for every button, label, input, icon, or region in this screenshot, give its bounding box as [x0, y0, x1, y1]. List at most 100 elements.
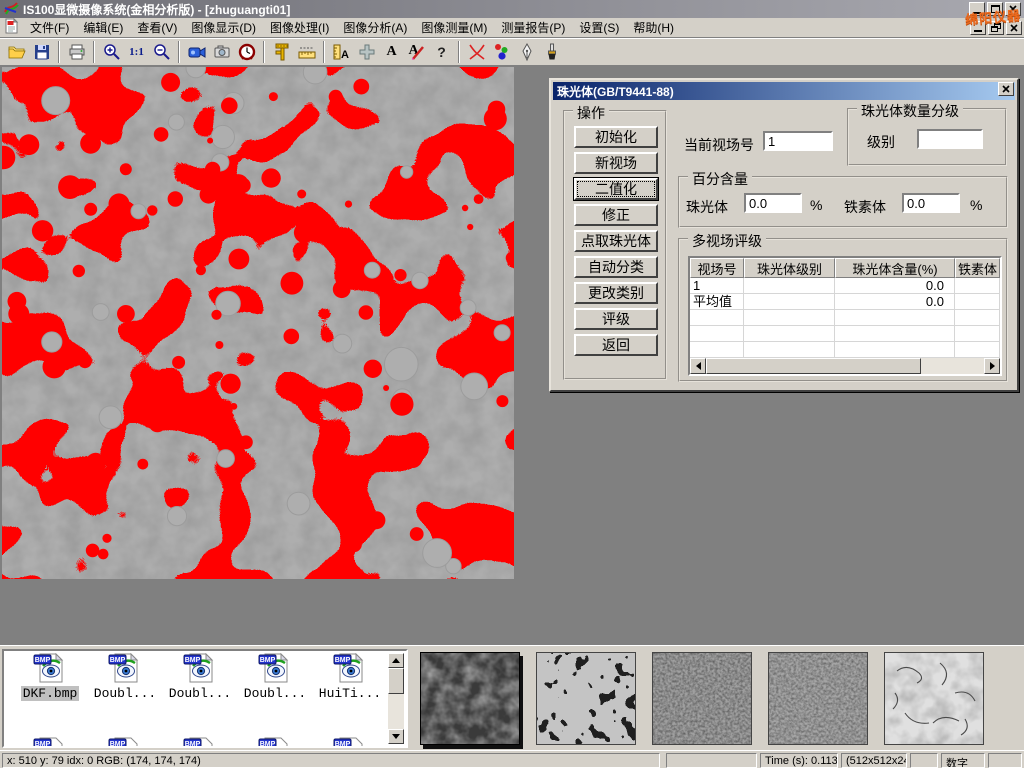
file-list-vscrollbar[interactable] [388, 653, 404, 744]
col-header-ferrite[interactable]: 铁素体 [955, 258, 1000, 278]
table-cell[interactable]: 平均值 [690, 294, 744, 310]
col-header-level[interactable]: 珠光体级别 [744, 258, 835, 278]
menu-item-view[interactable]: 查看(V) [130, 17, 184, 38]
current-field-input[interactable] [763, 131, 833, 151]
pick-pearlite-button[interactable]: 点取珠光体 [574, 230, 658, 252]
table-cell[interactable]: 0.0 [835, 294, 955, 310]
menu-item-image-analysis[interactable]: 图像分析(A) [336, 17, 414, 38]
group-percent-label: 百分含量 [688, 169, 752, 189]
zoom-out-button[interactable] [149, 40, 174, 64]
actual-size-button[interactable]: 1:1 [124, 40, 149, 64]
file-item-clipped[interactable]: BMP [239, 737, 311, 748]
init-button[interactable]: 初始化 [574, 126, 658, 148]
menu-item-image-measure[interactable]: 图像测量(M) [414, 17, 494, 38]
file-name[interactable]: HuiTi... [317, 686, 383, 701]
file-item-4[interactable]: BMP HuiTi... [314, 653, 386, 701]
col-header-pearlite[interactable]: 珠光体含量(%) [835, 258, 955, 278]
correct-button[interactable]: 修正 [574, 204, 658, 226]
open-button[interactable] [4, 40, 29, 64]
annotate-button[interactable]: A [404, 40, 429, 64]
dialog-title-bar[interactable]: 珠光体(GB/T9441-88) [553, 82, 1015, 100]
thumbnail-2[interactable] [536, 652, 636, 745]
table-cell[interactable] [744, 278, 835, 294]
new-field-button[interactable]: 新视场 [574, 152, 658, 174]
file-item-1[interactable]: BMP Doubl... [89, 653, 161, 701]
text-tool-button[interactable]: A [379, 40, 404, 64]
hscroll-track[interactable] [706, 358, 984, 374]
scroll-down-button[interactable] [388, 729, 404, 744]
table-cell[interactable] [744, 294, 835, 310]
file-item-clipped[interactable]: BMP [164, 737, 236, 748]
table-cell[interactable] [955, 278, 1000, 294]
file-name[interactable]: DKF.bmp [21, 686, 80, 701]
zoom-in-button[interactable] [99, 40, 124, 64]
status-empty-panel [988, 753, 1022, 768]
thumbnail-5[interactable] [884, 652, 984, 745]
zoom-out-icon [152, 42, 172, 62]
menu-item-file[interactable]: 文件(F) [23, 17, 76, 38]
curve-button[interactable] [464, 40, 489, 64]
ferrite-percent-input[interactable] [902, 193, 960, 213]
thumbnail-3[interactable] [652, 652, 752, 745]
save-button[interactable] [29, 40, 54, 64]
file-item-clipped[interactable]: BMP [14, 737, 86, 748]
menu-item-measure-report[interactable]: 测量报告(P) [494, 17, 572, 38]
thumbnail-4[interactable] [768, 652, 868, 745]
scroll-up-button[interactable] [388, 653, 404, 668]
table-cell[interactable]: 0.0 [835, 278, 955, 294]
specimen-image[interactable] [2, 67, 514, 579]
menu-item-image-processing[interactable]: 图像处理(I) [263, 17, 336, 38]
measure-text-button[interactable]: A [329, 40, 354, 64]
vscroll-thumb[interactable] [388, 668, 404, 694]
group-multi-field: 多视场评级 视场号 珠光体级别 珠光体含量(%) 铁素体 1 0.0 平均值 0… [678, 238, 1008, 382]
toolbar-separator [458, 41, 460, 63]
ruler-button[interactable] [294, 40, 319, 64]
pearlite-percent-input[interactable] [744, 193, 802, 213]
hscroll-thumb[interactable] [706, 358, 921, 374]
file-name[interactable]: Doubl... [242, 686, 308, 701]
table-cell [690, 310, 744, 326]
caliper-button[interactable] [269, 40, 294, 64]
file-item-2[interactable]: BMP Doubl... [164, 653, 236, 701]
scroll-right-button[interactable] [984, 358, 1000, 374]
print-button[interactable] [64, 40, 89, 64]
brush-button[interactable] [539, 40, 564, 64]
help-icon: ? [437, 44, 446, 60]
menu-item-image-display[interactable]: 图像显示(D) [184, 17, 263, 38]
pen-button[interactable] [514, 40, 539, 64]
printer-icon [67, 42, 87, 62]
menu-item-settings[interactable]: 设置(S) [572, 17, 626, 38]
auto-classify-button[interactable]: 自动分类 [574, 256, 658, 278]
table-hscrollbar[interactable] [690, 358, 1000, 374]
file-item-clipped[interactable]: BMP [89, 737, 161, 748]
timer-button[interactable] [234, 40, 259, 64]
return-button[interactable]: 返回 [574, 334, 658, 356]
snapshot-button[interactable] [209, 40, 234, 64]
file-name[interactable]: Doubl... [92, 686, 158, 701]
menu-item-edit[interactable]: 编辑(E) [76, 17, 130, 38]
table-cell[interactable] [955, 294, 1000, 310]
table-cell[interactable]: 1 [690, 278, 744, 294]
file-item-3[interactable]: BMP Doubl... [239, 653, 311, 701]
file-item-0[interactable]: BMP DKF.bmp [14, 653, 86, 701]
grade-button[interactable]: 评级 [574, 308, 658, 330]
file-name[interactable]: Doubl... [167, 686, 233, 701]
change-class-button[interactable]: 更改类别 [574, 282, 658, 304]
dialog-close-button[interactable] [998, 82, 1014, 96]
video-capture-button[interactable] [184, 40, 209, 64]
scroll-left-button[interactable] [690, 358, 706, 374]
status-time: Time (s): 0.113 [760, 753, 838, 768]
mdi-document-icon[interactable] [4, 18, 19, 37]
svg-text:BMP: BMP [185, 657, 201, 664]
points-button[interactable] [489, 40, 514, 64]
help-button[interactable]: ? [429, 40, 454, 64]
level-input[interactable] [917, 129, 983, 149]
measure-text-icon: A [332, 42, 352, 62]
thumbnail-1[interactable] [420, 652, 520, 745]
svg-text:BMP: BMP [185, 741, 201, 748]
grid-button[interactable] [354, 40, 379, 64]
binarize-button[interactable]: 二值化 [574, 178, 658, 200]
menu-item-help[interactable]: 帮助(H) [626, 17, 681, 38]
col-header-field[interactable]: 视场号 [690, 258, 744, 278]
file-item-clipped[interactable]: BMP [314, 737, 386, 748]
